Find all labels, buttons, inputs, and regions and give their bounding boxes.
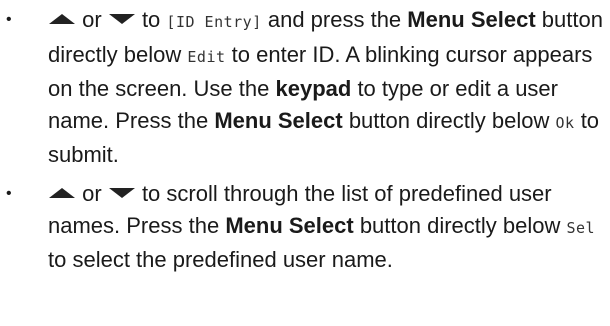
text-and-press: and press the bbox=[267, 7, 402, 32]
menu-select-label: Menu Select bbox=[214, 107, 343, 133]
triangle-down-icon bbox=[108, 14, 135, 25]
keypad-label: keypad bbox=[275, 76, 352, 102]
screen-text-id-entry: [ID Entry] bbox=[166, 13, 262, 31]
screen-text-ok: Ok bbox=[555, 113, 575, 132]
instruction-list: • or to [ID Entry] and press the Menu Se… bbox=[0, 0, 610, 276]
text-button-below: button directly below bbox=[348, 107, 550, 133]
triangle-up-icon bbox=[49, 188, 75, 199]
list-item-predefined: • or to scroll through the list of prede… bbox=[0, 178, 610, 276]
list-item-id-entry: • or to [ID Entry] and press the Menu Se… bbox=[0, 4, 610, 171]
text-to: to bbox=[141, 7, 161, 32]
menu-select-label: Menu Select bbox=[225, 212, 354, 238]
text-select-predefined: to select the predefined user name. bbox=[48, 247, 393, 273]
screen-text-sel: Sel bbox=[566, 218, 596, 237]
bullet-marker: • bbox=[6, 11, 12, 28]
screen-text-edit: Edit bbox=[187, 47, 226, 66]
menu-select-label: Menu Select bbox=[407, 7, 536, 32]
text-or: or bbox=[82, 180, 102, 206]
text-button-below: button directly below bbox=[359, 212, 561, 238]
text-or: or bbox=[82, 7, 102, 32]
triangle-down-icon bbox=[108, 188, 135, 199]
bullet-marker: • bbox=[6, 184, 12, 202]
triangle-up-icon bbox=[49, 14, 75, 25]
